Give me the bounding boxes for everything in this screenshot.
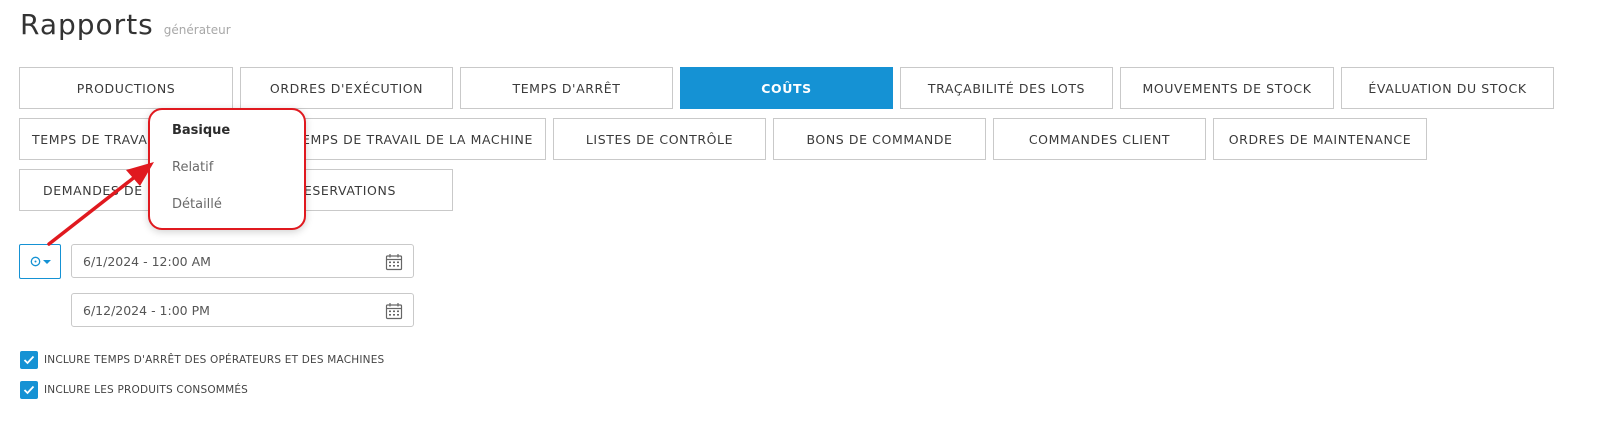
checkbox-include-consumed-products[interactable]	[20, 381, 38, 399]
checkmark-icon	[23, 355, 35, 365]
checkmark-icon	[23, 385, 35, 395]
tab-mouvements-stock[interactable]: MOUVEMENTS DE STOCK	[1120, 67, 1334, 109]
tab-ordres-execution[interactable]: ORDRES D'EXÉCUTION	[240, 67, 453, 109]
tab-productions[interactable]: PRODUCTIONS	[19, 67, 233, 109]
calendar-icon[interactable]	[385, 302, 403, 320]
tab-commandes-client[interactable]: COMMANDES CLIENT	[993, 118, 1206, 160]
tab-evaluation-stock[interactable]: ÉVALUATION DU STOCK	[1341, 67, 1554, 109]
tab-temps-travail-machine[interactable]: EMPS DE TRAVAIL DE LA MACHINE	[290, 118, 546, 160]
tab-demandes[interactable]: DEMANDES DE M	[19, 169, 169, 211]
tab-bons-commande[interactable]: BONS DE COMMANDE	[773, 118, 986, 160]
reports-page: Rapports générateur PRODUCTIONS ORDRES D…	[0, 0, 1602, 421]
chevron-down-icon	[42, 259, 51, 264]
tab-tracabilite-lots[interactable]: TRAÇABILITÉ DES LOTS	[900, 67, 1113, 109]
tab-temps-arret[interactable]: TEMPS D'ARRÊT	[460, 67, 673, 109]
date-range-mode-button[interactable]	[19, 244, 61, 279]
tab-temps-travail[interactable]: TEMPS DE TRAVAI	[19, 118, 169, 160]
option-include-downtime[interactable]: INCLURE TEMPS D'ARRÊT DES OPÉRATEURS ET …	[20, 351, 384, 369]
option-label: INCLURE TEMPS D'ARRÊT DES OPÉRATEURS ET …	[44, 354, 385, 366]
tab-couts[interactable]: COÛTS	[680, 67, 893, 109]
option-include-consumed-products[interactable]: INCLURE LES PRODUITS CONSOMMÉS	[20, 381, 248, 399]
dropdown-item-basique[interactable]: Basique	[172, 123, 230, 138]
calendar-icon[interactable]	[385, 253, 403, 271]
start-date-value: 6/1/2024 - 12:00 AM	[83, 253, 211, 269]
end-date-value: 6/12/2024 - 1:00 PM	[83, 302, 210, 318]
dropdown-item-detaille[interactable]: Détaillé	[172, 197, 222, 212]
start-date-field[interactable]: 6/1/2024 - 12:00 AM	[71, 244, 414, 278]
option-label: INCLURE LES PRODUITS CONSOMMÉS	[44, 384, 249, 396]
clock-icon	[30, 256, 40, 267]
dropdown-item-relatif[interactable]: Relatif	[172, 160, 213, 175]
checkbox-include-downtime[interactable]	[20, 351, 38, 369]
end-date-field[interactable]: 6/12/2024 - 1:00 PM	[71, 293, 414, 327]
tab-ordres-maintenance[interactable]: ORDRES DE MAINTENANCE	[1213, 118, 1427, 160]
tab-reservations[interactable]: ESERVATIONS	[290, 169, 453, 211]
page-header: Rapports générateur	[20, 8, 231, 41]
page-subtitle: générateur	[163, 23, 231, 37]
report-type-dropdown: Basique Relatif Détaillé	[148, 108, 306, 230]
tab-listes-controle[interactable]: LISTES DE CONTRÔLE	[553, 118, 766, 160]
page-title: Rapports	[20, 8, 154, 41]
